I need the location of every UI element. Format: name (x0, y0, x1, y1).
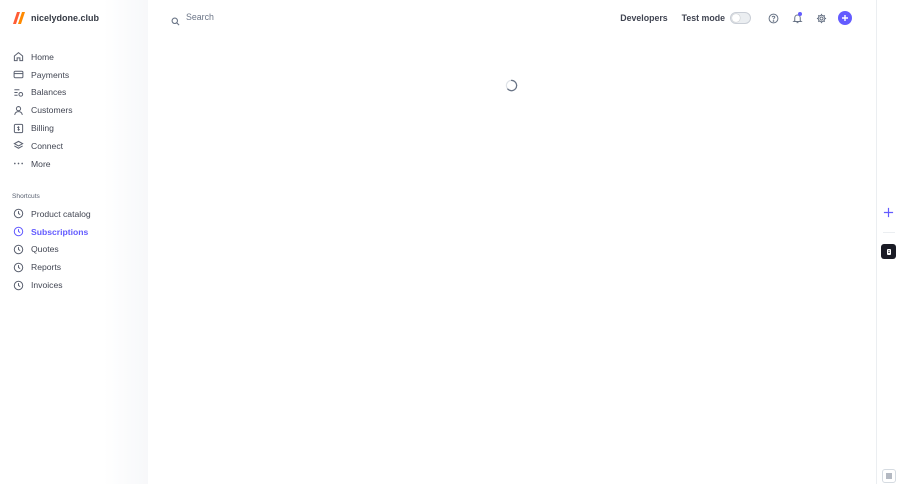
search-icon (171, 13, 180, 25)
shortcut-item-invoices[interactable]: Invoices (12, 276, 142, 294)
gear-icon (816, 13, 826, 23)
shortcut-item-reports[interactable]: Reports (12, 258, 142, 276)
more-icon (12, 158, 24, 170)
billing-icon (12, 122, 24, 134)
clock-icon (12, 261, 24, 273)
notifications-button[interactable] (790, 11, 804, 25)
toggle-knob (732, 14, 740, 22)
nav-item-balances[interactable]: Balances (12, 84, 142, 102)
developers-link[interactable]: Developers (620, 13, 667, 23)
shortcut-item-label: Quotes (31, 244, 59, 255)
payments-icon (12, 69, 24, 81)
nav-item-label: More (31, 158, 51, 169)
home-icon (12, 51, 24, 63)
settings-button[interactable] (814, 11, 828, 25)
shortcuts-nav: Product catalog Subscriptions Quotes Rep… (12, 205, 142, 294)
search-input[interactable] (186, 12, 386, 22)
nav-item-label: Customers (31, 105, 73, 116)
right-rail (876, 0, 900, 484)
notification-dot (798, 12, 802, 16)
nav-item-billing[interactable]: Billing (12, 119, 142, 137)
topbar-actions: Developers Test mode (620, 10, 852, 26)
clock-icon (12, 208, 24, 220)
balances-icon (12, 86, 24, 98)
nav-item-label: Home (31, 51, 54, 62)
clock-icon (12, 279, 24, 291)
nav-item-label: Payments (31, 69, 70, 80)
shortcut-item-label: Product catalog (31, 208, 91, 219)
shortcuts-heading: Shortcuts (12, 193, 40, 200)
shortcut-item-label: Invoices (31, 280, 63, 291)
plus-icon (883, 207, 894, 218)
clock-icon (12, 243, 24, 255)
account-switcher[interactable]: nicelydone.club (12, 11, 99, 25)
nav-item-customers[interactable]: Customers (12, 101, 142, 119)
add-app-button[interactable] (882, 206, 895, 219)
app-icon (886, 248, 891, 255)
shortcut-item-label: Reports (31, 262, 62, 273)
menu-icon (886, 473, 892, 479)
test-mode-label: Test mode (681, 13, 725, 23)
connect-icon (12, 140, 24, 152)
brand-logo-icon (13, 12, 25, 24)
test-mode-toggle[interactable] (730, 12, 751, 24)
nav-item-connect[interactable]: Connect (12, 137, 142, 155)
nav-item-payments[interactable]: Payments (12, 66, 142, 84)
nav-item-label: Balances (31, 87, 67, 98)
nav-item-label: Billing (31, 123, 54, 134)
loading-spinner-icon (505, 79, 518, 92)
sidebar: nicelydone.club Home Payments Balances C… (0, 0, 148, 484)
customers-icon (12, 104, 24, 116)
rail-menu-button[interactable] (882, 469, 896, 483)
brand-name: nicelydone.club (31, 13, 100, 23)
shortcut-item-subscriptions[interactable]: Subscriptions (12, 223, 142, 241)
app-button[interactable] (881, 244, 896, 259)
clock-icon (12, 226, 24, 238)
nav-item-home[interactable]: Home (12, 48, 142, 66)
create-button[interactable] (838, 11, 852, 25)
shortcut-item-quotes[interactable]: Quotes (12, 241, 142, 259)
nav-item-more[interactable]: More (12, 155, 142, 173)
rail-divider (883, 232, 895, 233)
help-button[interactable] (766, 11, 780, 25)
nav-item-label: Connect (31, 140, 64, 151)
shortcut-item-label: Subscriptions (31, 226, 89, 237)
shortcut-item-product-catalog[interactable]: Product catalog (12, 205, 142, 223)
primary-nav: Home Payments Balances Customers Billing (12, 48, 142, 173)
help-icon (768, 13, 778, 23)
plus-icon (842, 15, 848, 21)
search-bar[interactable] (171, 12, 386, 25)
